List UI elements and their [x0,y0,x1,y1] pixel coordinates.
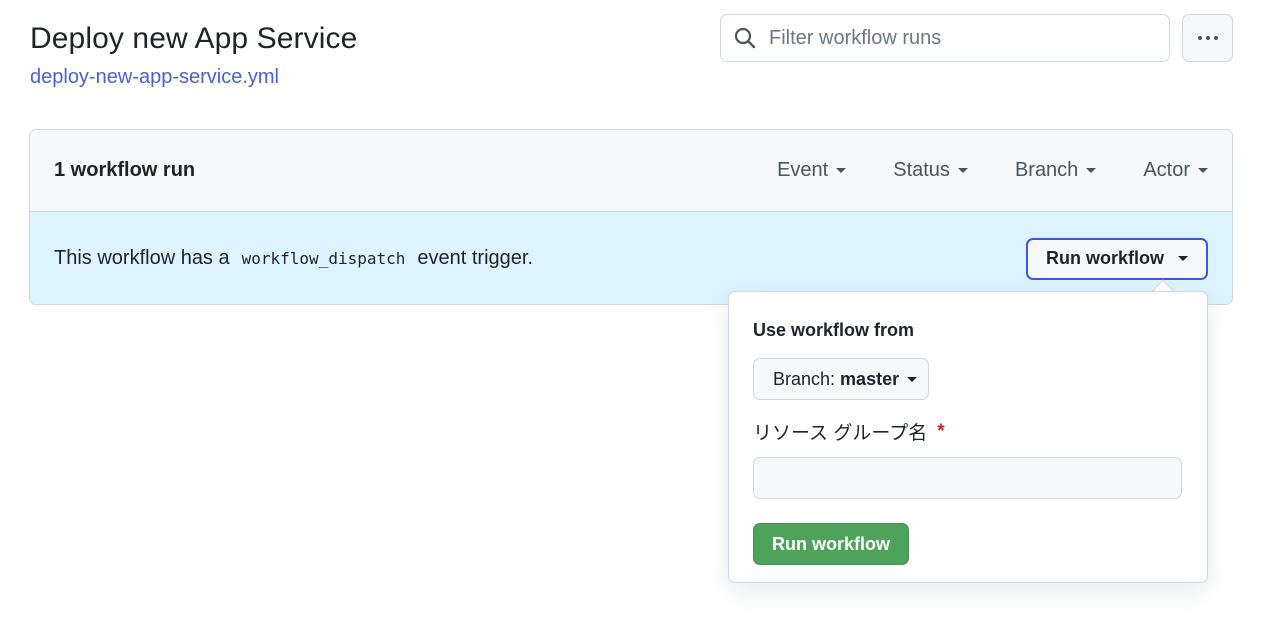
caret-down-icon [836,168,847,173]
filter-actor-dropdown[interactable]: Actor [1143,159,1208,182]
banner-message: This workflow has a workflow_dispatch ev… [54,247,534,269]
branch-value: master [840,368,900,389]
run-workflow-submit-button[interactable]: Run workflow [753,523,909,565]
workflow-run-count: 1 workflow run [54,159,196,181]
search-icon [721,14,769,62]
kebab-horizontal-icon [1197,36,1202,40]
filter-workflow-runs-search[interactable] [720,14,1170,62]
resource-group-label: リソース グループ名 * [753,420,945,445]
caret-down-icon [907,376,918,382]
search-input[interactable] [769,26,1149,50]
required-marker: * [937,420,945,442]
filter-branch-dropdown[interactable]: Branch [1015,159,1097,182]
workflow-runs-box: 1 workflow run Event Status Branch Actor… [29,129,1233,305]
resource-group-input[interactable] [753,457,1182,499]
caret-down-icon [1198,168,1208,173]
page-title: Deploy new App Service [30,22,358,55]
workflow-runs-header: 1 workflow run Event Status Branch Actor [30,130,1232,212]
filter-event-dropdown[interactable]: Event [777,159,847,182]
branch-select-button[interactable]: Branch: master [753,358,929,400]
run-workflow-dropdown-button[interactable]: Run workflow [1026,237,1208,280]
caret-down-icon [957,168,968,173]
workflow-file-link[interactable]: deploy-new-app-service.yml [30,66,279,89]
caret-down-icon [1178,256,1188,261]
more-options-button[interactable] [1182,14,1233,62]
filter-status-dropdown[interactable]: Status [893,159,968,182]
run-workflow-popover: Use workflow from Branch: master リソース グル… [728,291,1208,583]
run-filters: Event Status Branch Actor [777,159,1208,182]
caret-down-icon [1086,168,1097,173]
event-code: workflow_dispatch [241,249,406,268]
use-workflow-from-heading: Use workflow from [753,320,915,340]
